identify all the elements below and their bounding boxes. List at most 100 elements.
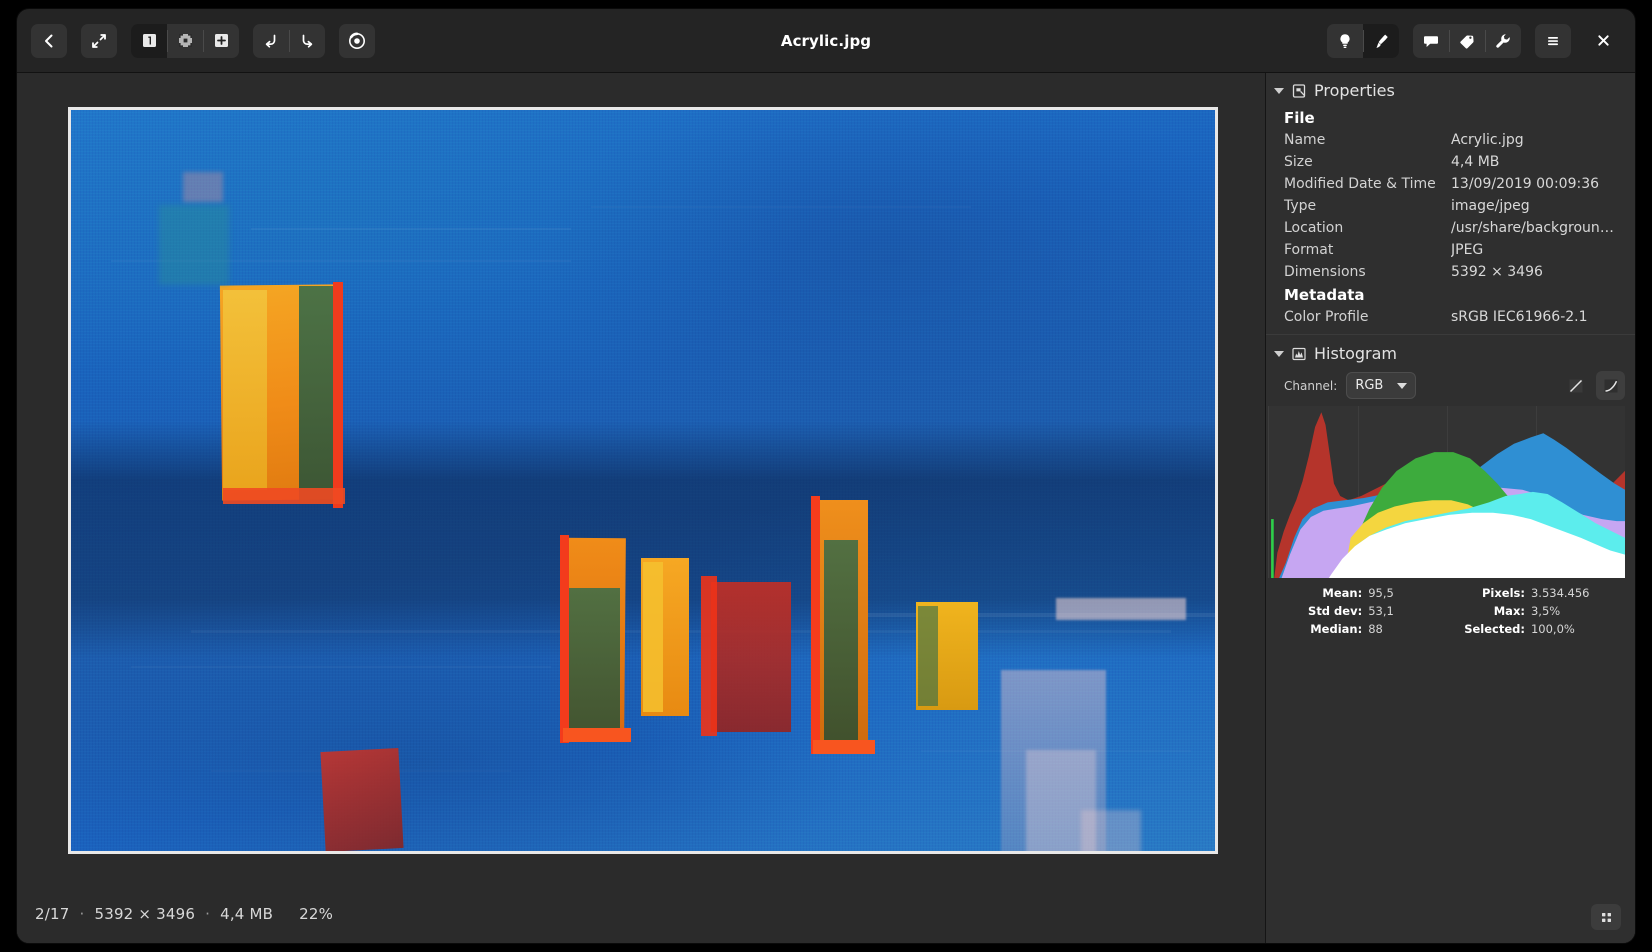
properties-section-header[interactable]: Properties [1266, 73, 1635, 106]
stat-label: Std dev: [1308, 604, 1362, 618]
property-row-location: Location /usr/share/backgrounds/gnome [1284, 217, 1621, 239]
property-value: image/jpeg [1451, 195, 1530, 217]
highlight-button[interactable] [1327, 24, 1363, 58]
property-key: Location [1284, 217, 1451, 239]
back-button[interactable] [31, 24, 67, 58]
property-value: /usr/share/backgrounds/gnome [1451, 217, 1621, 239]
rotate-left-icon [262, 32, 280, 50]
property-value: 5392 × 3496 [1451, 261, 1543, 283]
logarithmic-scale-icon [1602, 377, 1620, 395]
properties-sidebar: Properties File Name Acrylic.jpg Size 4,… [1265, 73, 1635, 943]
status-dimensions: 5392 × 3496 [94, 905, 195, 923]
histogram-logarithmic-button[interactable] [1596, 371, 1625, 400]
stat-max: Max: 3,5% [1464, 604, 1593, 618]
status-separator-2: · [205, 905, 210, 923]
fullscreen-icon [90, 32, 108, 50]
property-row-color-profile: Color Profile sRGB IEC61966-2.1 [1284, 306, 1621, 328]
property-row-format: Format JPEG [1284, 239, 1621, 261]
stat-label: Max: [1494, 604, 1525, 618]
histogram-linear-button[interactable] [1561, 371, 1590, 400]
speech-bubble-icon [1422, 32, 1440, 50]
stat-median: Median: 88 [1308, 622, 1430, 636]
channel-label: Channel: [1284, 379, 1337, 393]
channel-select[interactable]: RGB [1346, 372, 1416, 399]
properties-list: File Name Acrylic.jpg Size 4,4 MB Modifi… [1266, 106, 1635, 334]
property-key: Modified Date & Time [1284, 173, 1451, 195]
property-row-size: Size 4,4 MB [1284, 151, 1621, 173]
stat-value: 100,0% [1531, 622, 1593, 636]
chevron-down-icon [1397, 383, 1407, 389]
property-key: Dimensions [1284, 261, 1451, 283]
histogram-controls: Channel: RGB [1266, 369, 1635, 406]
main-menu-button[interactable] [1535, 24, 1571, 58]
tools-button-group [1413, 24, 1521, 58]
stat-pixels: Pixels: 3.534.456 [1464, 586, 1593, 600]
image-viewer-window: Acrylic.jpg [17, 9, 1635, 943]
toolbar-right [1327, 24, 1621, 58]
image-canvas-area[interactable] [17, 73, 1265, 885]
chevron-down-icon[interactable] [1274, 88, 1284, 94]
properties-group-file-title: File [1284, 109, 1621, 127]
property-value: sRGB IEC61966-2.1 [1451, 306, 1588, 328]
property-key: Name [1284, 129, 1451, 151]
histogram-stats-col-right: Pixels: 3.534.456 Max: 3,5% Selected: 10… [1464, 586, 1593, 636]
status-zoom-level: 22% [299, 905, 333, 923]
toolbar-left [31, 24, 375, 58]
color-picker-icon [347, 31, 367, 51]
annotate-button-group [1327, 24, 1399, 58]
status-filesize: 4,4 MB [220, 905, 273, 923]
property-value: 13/09/2019 00:09:36 [1451, 173, 1599, 195]
displayed-image[interactable] [68, 107, 1218, 854]
color-picker-button[interactable] [339, 24, 375, 58]
main-content: 2/17 · 5392 × 3496 · 4,4 MB 22% [17, 73, 1635, 943]
close-icon [1595, 32, 1612, 49]
tag-button[interactable] [1449, 24, 1485, 58]
zoom-button-group [131, 24, 239, 58]
header-bar: Acrylic.jpg [17, 9, 1635, 73]
status-bar: 2/17 · 5392 × 3496 · 4,4 MB 22% [17, 885, 1265, 943]
properties-title: Properties [1314, 81, 1395, 100]
fullscreen-button[interactable] [81, 24, 117, 58]
comment-button[interactable] [1413, 24, 1449, 58]
edit-button[interactable] [1363, 24, 1399, 58]
property-row-dimensions: Dimensions 5392 × 3496 [1284, 261, 1621, 283]
property-key: Type [1284, 195, 1451, 217]
property-row-type: Type image/jpeg [1284, 195, 1621, 217]
rotate-right-button[interactable] [289, 24, 325, 58]
rotate-button-group [253, 24, 325, 58]
hamburger-menu-icon [1544, 32, 1562, 50]
properties-group-metadata-title: Metadata [1284, 286, 1621, 304]
property-value: JPEG [1451, 239, 1483, 261]
sidebar-empty-space [1266, 646, 1635, 891]
histogram-section-header[interactable]: Histogram [1266, 334, 1635, 369]
histogram-stats-col-left: Mean: 95,5 Std dev: 53,1 Median: 88 [1308, 586, 1430, 636]
zoom-original-icon [141, 32, 158, 49]
histogram-chart[interactable] [1268, 406, 1625, 578]
grid-view-icon [1599, 910, 1614, 925]
rotate-left-button[interactable] [253, 24, 289, 58]
stat-label: Mean: [1322, 586, 1362, 600]
stat-value: 3,5% [1531, 604, 1593, 618]
properties-icon [1291, 83, 1307, 99]
grid-view-button[interactable] [1591, 904, 1621, 930]
stat-mean: Mean: 95,5 [1308, 586, 1430, 600]
zoom-fill-button[interactable] [203, 24, 239, 58]
stat-label: Selected: [1464, 622, 1525, 636]
image-viewer-pane: 2/17 · 5392 × 3496 · 4,4 MB 22% [17, 73, 1265, 943]
property-key: Format [1284, 239, 1451, 261]
lightbulb-icon [1336, 32, 1354, 50]
chevron-down-icon[interactable] [1274, 351, 1284, 357]
property-row-modified: Modified Date & Time 13/09/2019 00:09:36 [1284, 173, 1621, 195]
back-icon [40, 32, 58, 50]
zoom-original-button[interactable] [131, 24, 167, 58]
property-value: 4,4 MB [1451, 151, 1499, 173]
zoom-fit-button[interactable] [167, 24, 203, 58]
histogram-plot [1269, 406, 1625, 578]
close-window-button[interactable] [1585, 24, 1621, 58]
stat-value: 88 [1368, 622, 1430, 636]
channel-select-value: RGB [1355, 378, 1383, 393]
stat-value: 95,5 [1368, 586, 1430, 600]
property-key: Size [1284, 151, 1451, 173]
linear-scale-icon [1567, 377, 1585, 395]
tools-button[interactable] [1485, 24, 1521, 58]
